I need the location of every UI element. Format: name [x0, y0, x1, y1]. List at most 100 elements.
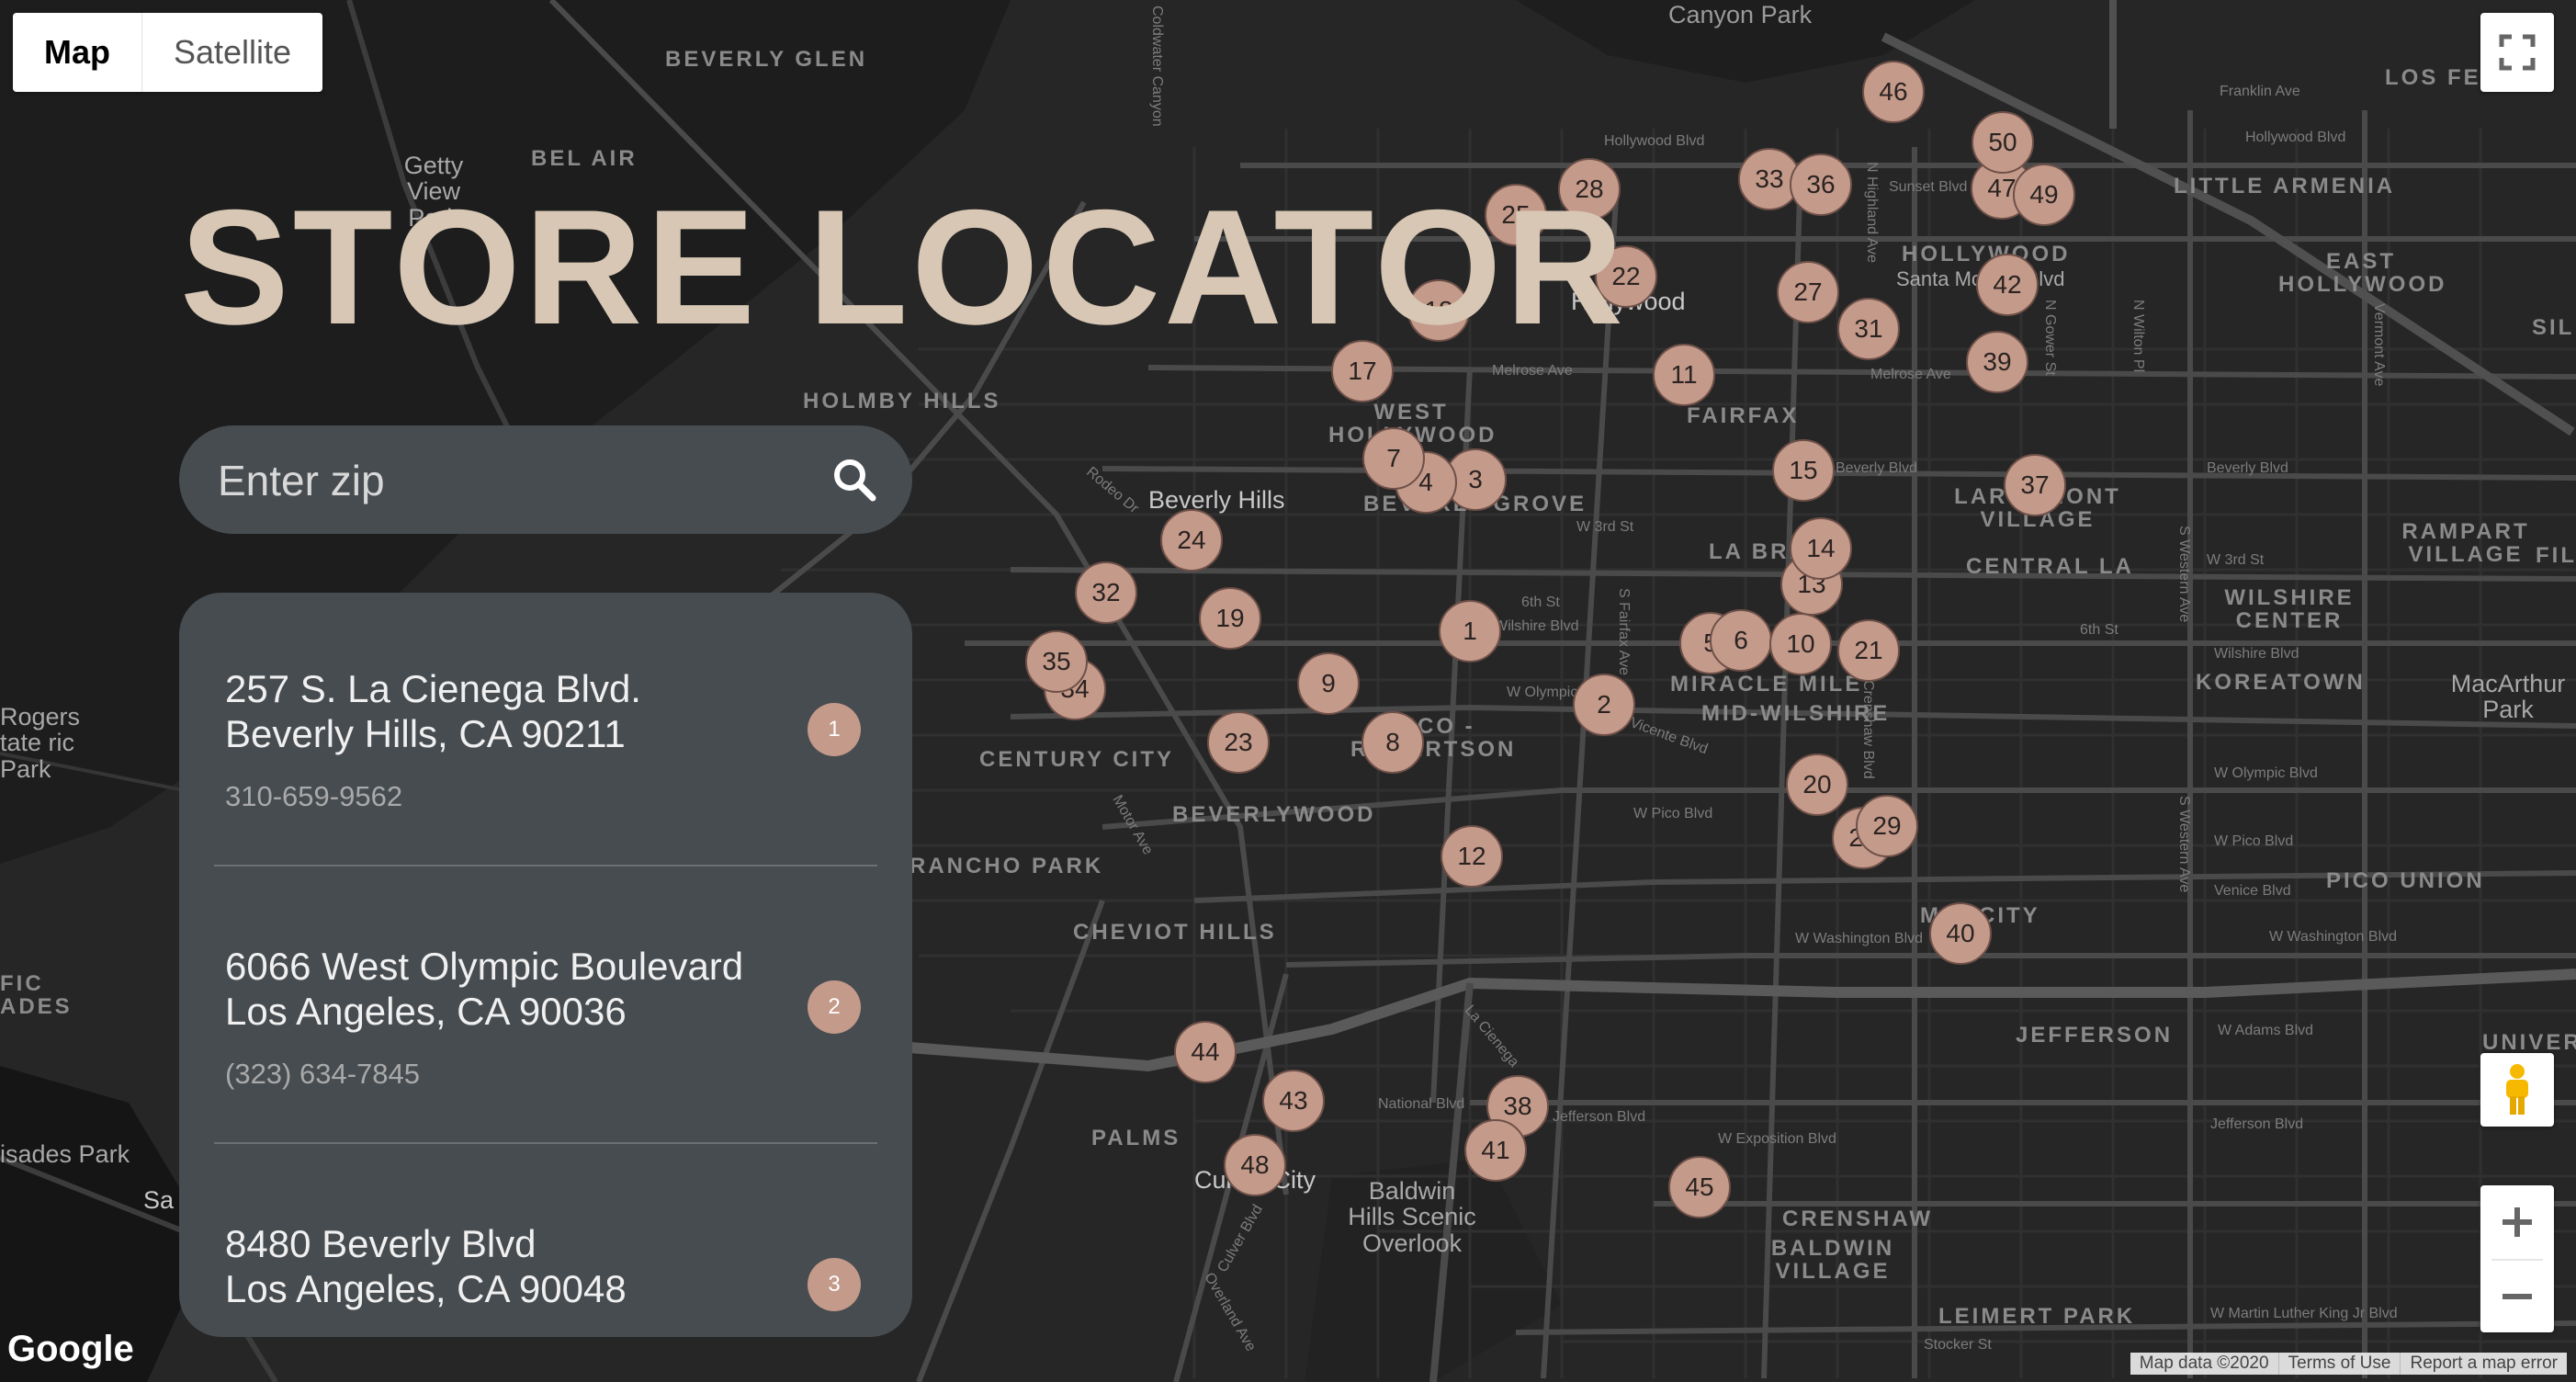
- store-marker[interactable]: 32: [1075, 561, 1137, 624]
- zoom-in-button[interactable]: [2480, 1185, 2554, 1259]
- place-label: Canyon Park: [1668, 1, 1813, 28]
- store-marker[interactable]: 7: [1362, 427, 1425, 490]
- store-marker[interactable]: 46: [1862, 61, 1925, 123]
- place-label: BALDWIN VILLAGE: [1770, 1236, 1895, 1285]
- street-label: Jefferson Blvd: [2210, 1116, 2304, 1132]
- store-marker[interactable]: 20: [1786, 753, 1848, 816]
- street-label: N Gower St: [2041, 300, 2058, 376]
- store-list-panel[interactable]: 257 S. La Cienega Blvd. Beverly Hills, C…: [179, 593, 912, 1337]
- store-marker[interactable]: 9: [1297, 652, 1360, 715]
- store-marker[interactable]: 11: [1653, 344, 1715, 406]
- street-label: National Blvd: [1378, 1096, 1465, 1112]
- google-logo[interactable]: Google: [7, 1329, 134, 1370]
- place-label: CENTURY CITY: [979, 747, 1175, 772]
- store-marker[interactable]: 6: [1710, 609, 1772, 672]
- store-marker[interactable]: 14: [1790, 517, 1852, 580]
- page-title: STORE LOCATOR: [180, 176, 1627, 358]
- store-address-line1: 8480 Beverly Blvd: [225, 1222, 537, 1265]
- place-label: BEL AIR: [531, 146, 638, 171]
- store-marker[interactable]: 42: [1976, 254, 2039, 316]
- street-label: Vermont Ave: [2370, 303, 2387, 387]
- place-label: RANCHO PARK: [910, 854, 1104, 878]
- fullscreen-icon: [2499, 34, 2536, 71]
- store-address-line1: 257 S. La Cienega Blvd.: [225, 667, 641, 710]
- plus-icon: [2503, 1207, 2532, 1237]
- store-marker[interactable]: 10: [1769, 613, 1832, 675]
- store-marker[interactable]: 45: [1668, 1156, 1731, 1218]
- street-label: Beverly Blvd: [2207, 460, 2288, 476]
- place-label: Beverly Hills: [1148, 486, 1285, 514]
- store-marker[interactable]: 12: [1441, 825, 1503, 888]
- store-address-line2: Los Angeles, CA 90048: [225, 1267, 627, 1310]
- store-marker[interactable]: 24: [1160, 509, 1223, 572]
- store-marker[interactable]: 37: [2004, 454, 2066, 516]
- store-marker[interactable]: 21: [1837, 619, 1900, 682]
- terms-of-use-link[interactable]: Terms of Use: [2277, 1353, 2401, 1375]
- store-phone: 310-659-9562: [225, 780, 403, 812]
- zoom-out-button[interactable]: [2480, 1261, 2554, 1332]
- street-label: Sunset Blvd: [1889, 179, 1968, 195]
- store-marker[interactable]: 2: [1573, 674, 1635, 736]
- street-label: Stocker St: [1924, 1337, 1992, 1353]
- map-type-satellite-button[interactable]: Satellite: [142, 13, 322, 92]
- store-marker[interactable]: 29: [1856, 795, 1918, 857]
- street-label: Hollywood Blvd: [1604, 133, 1705, 149]
- store-marker[interactable]: 49: [2013, 164, 2075, 226]
- store-marker[interactable]: 43: [1262, 1070, 1325, 1132]
- store-number-badge: 2: [808, 980, 861, 1034]
- store-address-line2: Beverly Hills, CA 90211: [225, 712, 626, 755]
- place-label: LEIMERT PARK: [1938, 1304, 2136, 1329]
- store-marker[interactable]: 27: [1777, 261, 1839, 323]
- store-address-line1: 6066 West Olympic Boulevard: [225, 945, 744, 988]
- store-list-item[interactable]: 8480 Beverly Blvd Los Angeles, CA 90048 …: [214, 1221, 877, 1322]
- street-label: W Washington Blvd: [1795, 931, 1924, 946]
- place-label: SIL: [2532, 315, 2575, 340]
- street-label: W Pico Blvd: [1633, 806, 1713, 821]
- zip-search-input[interactable]: [216, 447, 808, 514]
- street-label: N Highland Ave: [1863, 162, 1880, 263]
- street-label: S Fairfax Ave: [1615, 588, 1632, 675]
- store-marker[interactable]: 31: [1837, 298, 1900, 360]
- store-marker[interactable]: 8: [1361, 711, 1424, 774]
- place-label: UNIVERSIT: [2482, 1030, 2576, 1055]
- street-label: W Washington Blvd: [2269, 929, 2398, 945]
- map-attribution: Map data ©2020 Terms of Use Report a map…: [2130, 1353, 2567, 1375]
- store-marker[interactable]: 48: [1224, 1134, 1286, 1196]
- store-list-item[interactable]: 257 S. La Cienega Blvd. Beverly Hills, C…: [214, 666, 877, 942]
- store-marker[interactable]: 41: [1464, 1119, 1527, 1182]
- store-number-badge: 3: [808, 1258, 861, 1311]
- place-label: CRENSHAW: [1782, 1206, 1934, 1231]
- store-marker[interactable]: 1: [1439, 600, 1501, 663]
- street-label: Beverly Blvd: [1836, 460, 1917, 476]
- store-marker[interactable]: 40: [1929, 902, 1992, 965]
- fullscreen-button[interactable]: [2480, 13, 2554, 92]
- street-label: N Wilton Pl: [2130, 300, 2146, 373]
- store-marker[interactable]: 36: [1790, 153, 1852, 216]
- store-marker[interactable]: 23: [1207, 711, 1270, 774]
- street-label: Melrose Ave: [1870, 367, 1951, 382]
- map-type-map-button[interactable]: Map: [13, 13, 141, 92]
- store-marker[interactable]: 50: [1972, 111, 2034, 174]
- street-label: W Olympic Blvd: [2214, 765, 2318, 781]
- store-marker[interactable]: 44: [1174, 1021, 1237, 1083]
- search-button[interactable]: [824, 449, 885, 510]
- store-marker[interactable]: 15: [1772, 439, 1835, 502]
- place-label: RAMPART VILLAGE: [2401, 519, 2530, 568]
- place-label: PICO UNION: [2326, 868, 2485, 893]
- place-label: isades Park: [0, 1140, 130, 1168]
- report-map-error-link[interactable]: Report a map error: [2400, 1353, 2567, 1375]
- store-list-item[interactable]: 6066 West Olympic Boulevard Los Angeles,…: [214, 944, 877, 1219]
- store-marker[interactable]: 39: [1966, 331, 2028, 393]
- street-label: Coldwater Canyon: [1148, 6, 1165, 127]
- zip-search-bar: [179, 425, 912, 534]
- street-view-button[interactable]: [2480, 1053, 2554, 1127]
- street-label: Jefferson Blvd: [1553, 1109, 1646, 1125]
- place-label: CHEVIOT HILLS: [1073, 920, 1277, 945]
- store-marker[interactable]: 19: [1199, 587, 1261, 650]
- store-address-line2: Los Angeles, CA 90036: [225, 990, 627, 1033]
- street-view-pegman-icon: [2506, 1064, 2528, 1115]
- street-label: Venice Blvd: [2214, 883, 2291, 899]
- store-marker[interactable]: 35: [1025, 630, 1088, 693]
- place-label: Rogers tate ric Park: [0, 703, 81, 783]
- place-label: FAIRFAX: [1687, 403, 1800, 428]
